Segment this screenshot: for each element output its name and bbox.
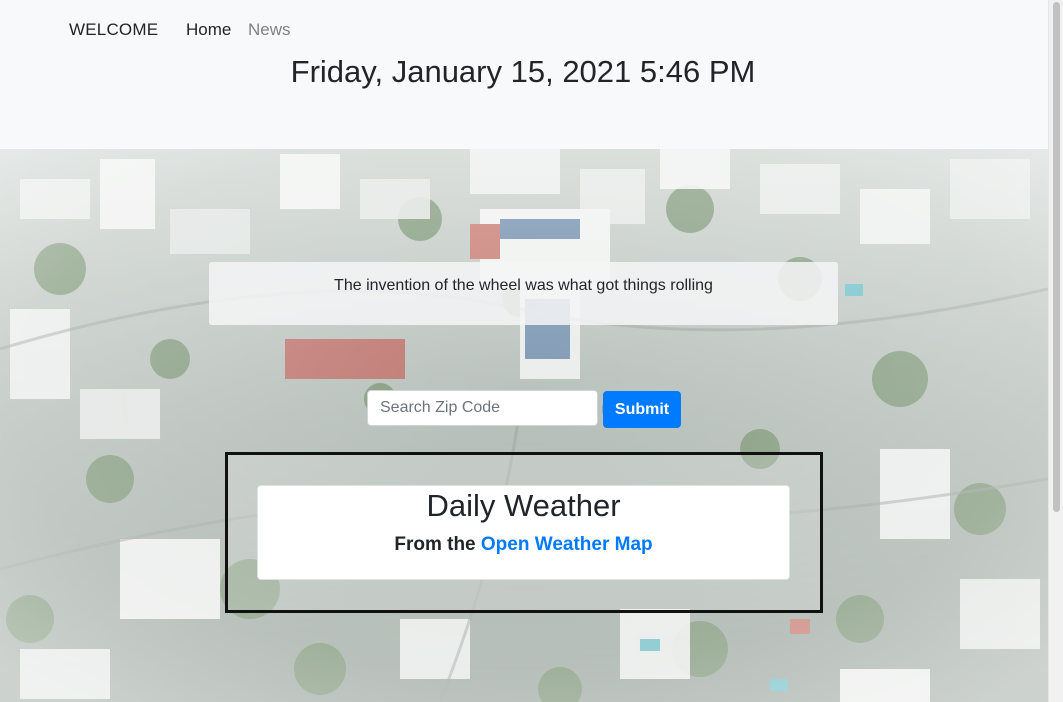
weather-card: Daily Weather From the Open Weather Map [257,485,790,580]
nav-home-link[interactable]: Home [186,20,231,40]
open-weather-map-link[interactable]: Open Weather Map [481,534,653,555]
weather-title: Daily Weather [426,488,621,523]
header: WELCOME Home News Friday, January 15, 20… [0,0,1048,149]
vertical-scrollbar[interactable] [1048,0,1063,702]
nav-news-link[interactable]: News [248,20,291,40]
scrollbar-thumb[interactable] [1053,2,1060,512]
quote-box: The invention of the wheel was what got … [209,262,838,325]
zip-code-input[interactable] [367,390,598,426]
weather-subtitle-prefix: From the [394,534,476,555]
current-datetime: Friday, January 15, 2021 5:46 PM [290,54,756,89]
brand-link[interactable]: WELCOME [69,20,158,40]
weather-subtitle: From the Open Weather Map [258,534,789,556]
page: WELCOME Home News Friday, January 15, 20… [0,0,1063,702]
quote-text: The invention of the wheel was what got … [334,277,713,294]
submit-button[interactable]: Submit [603,391,681,428]
